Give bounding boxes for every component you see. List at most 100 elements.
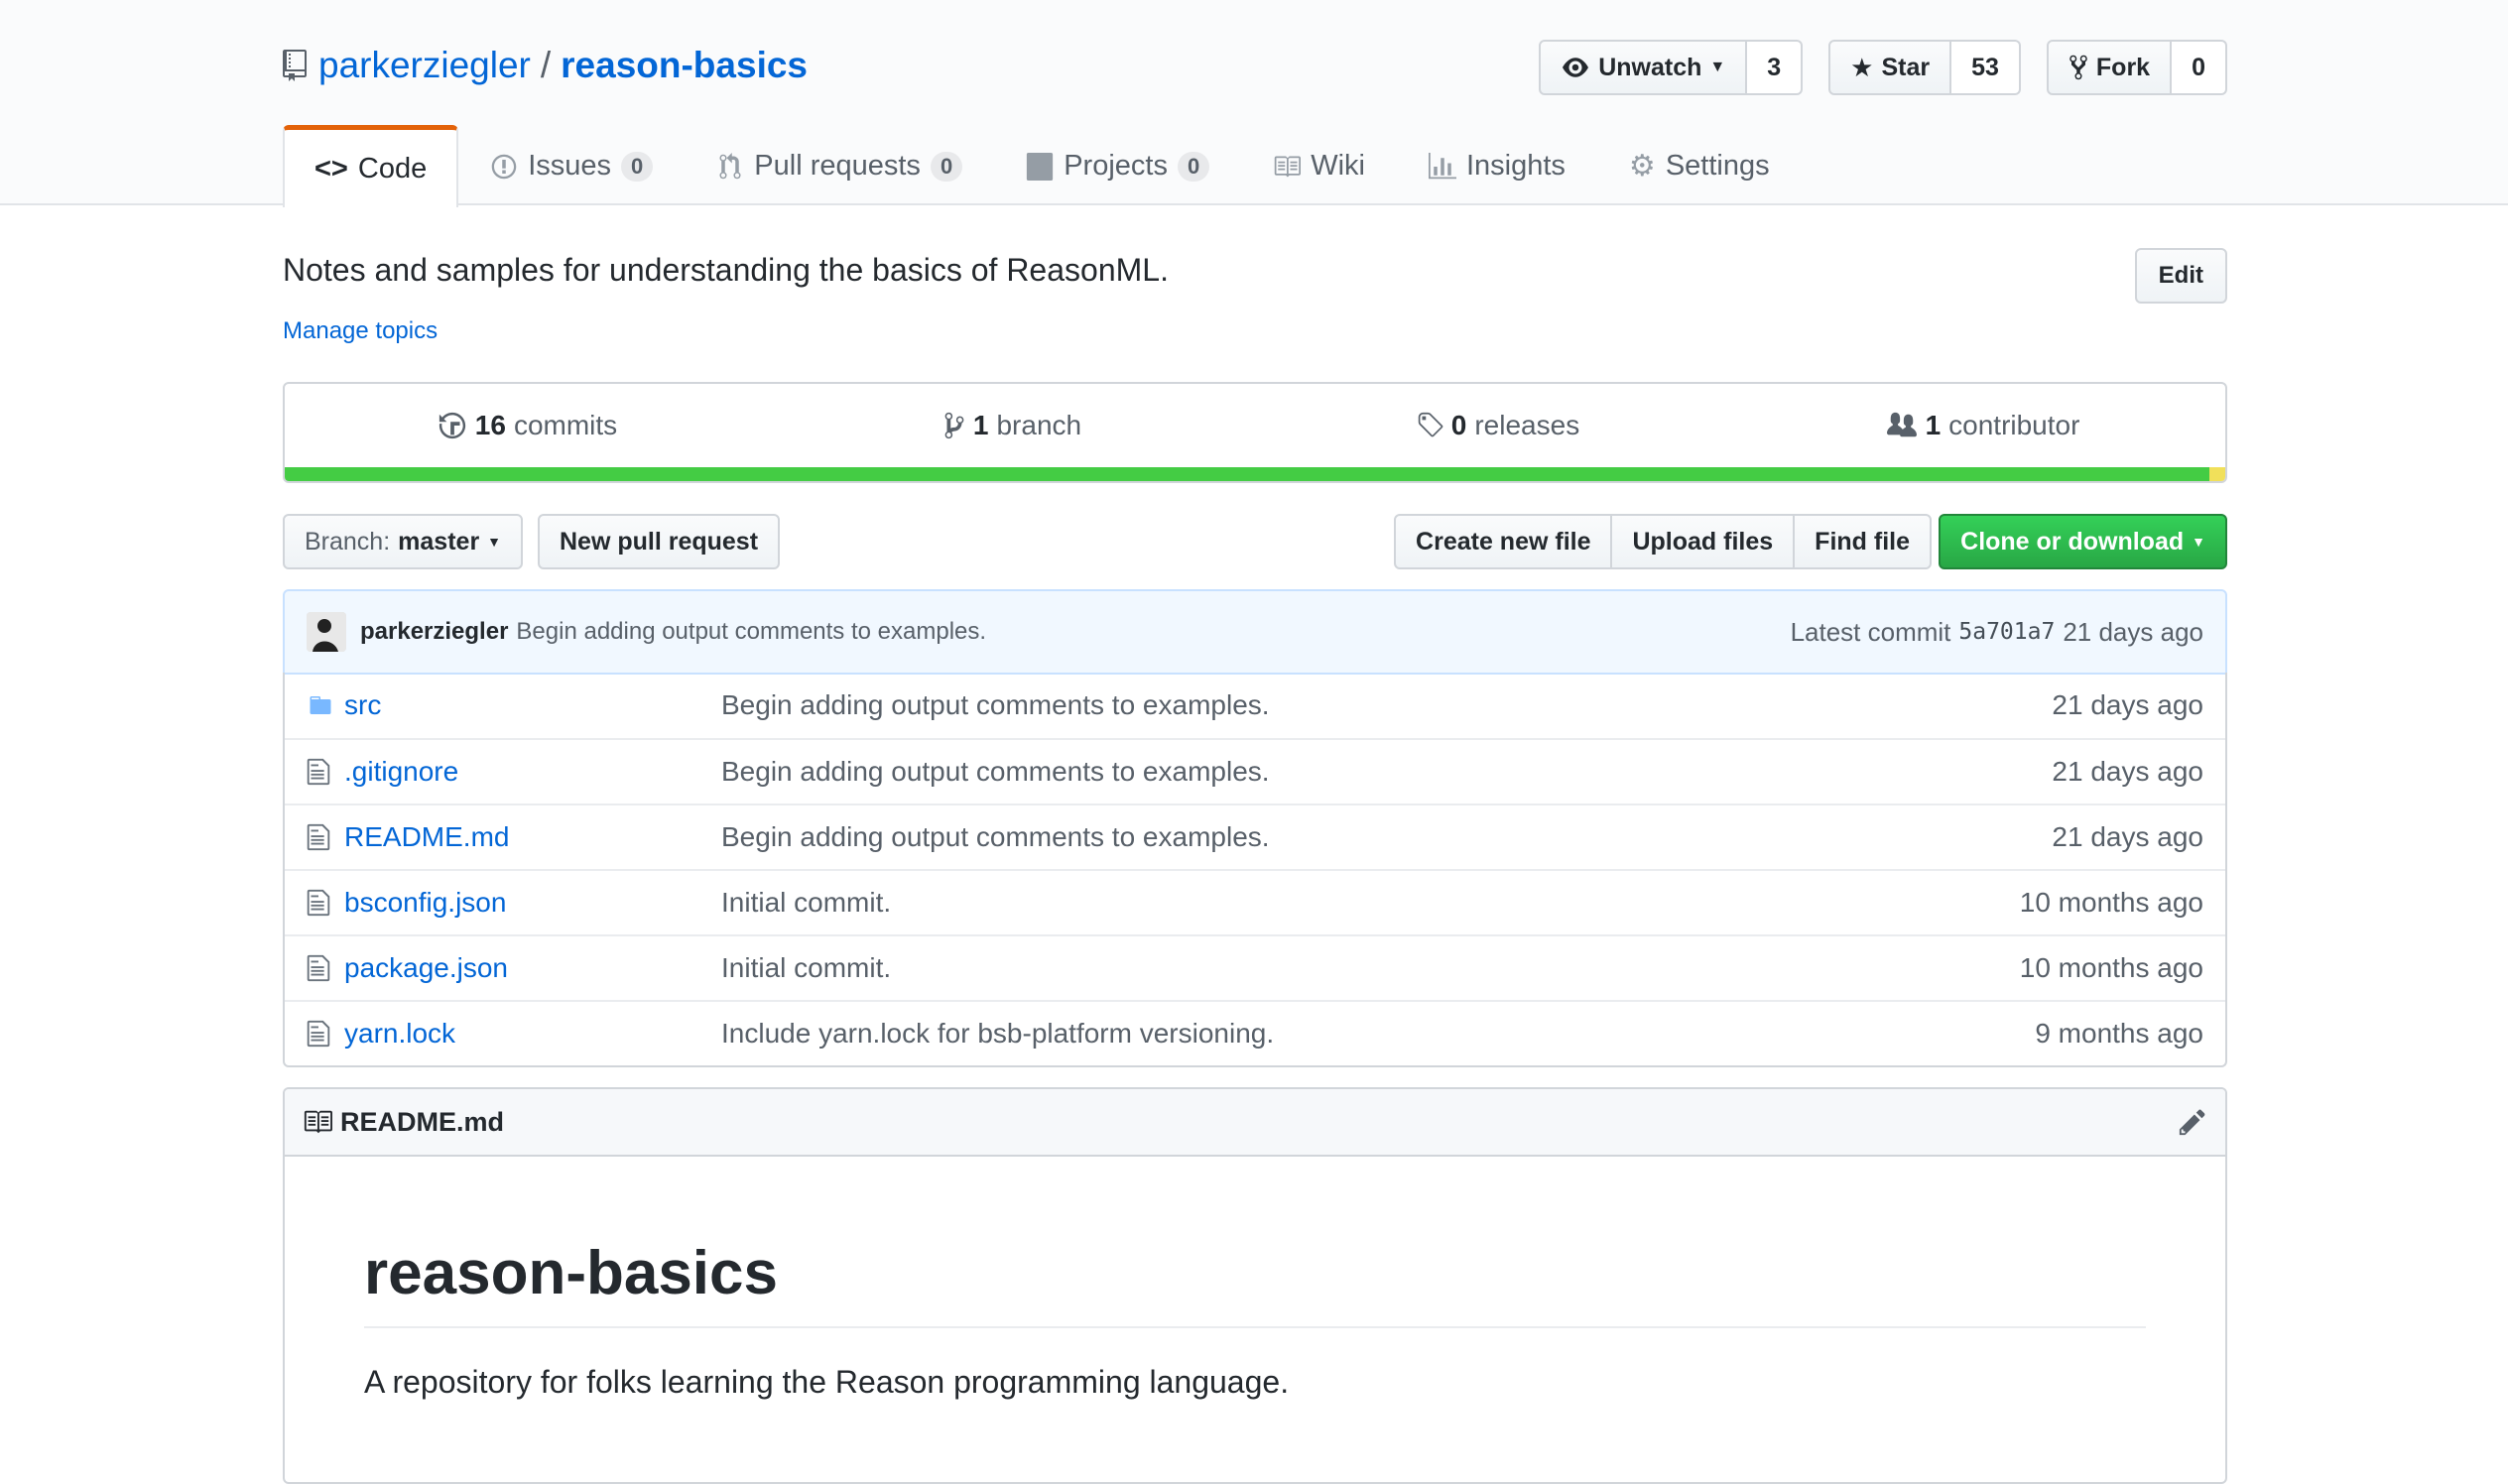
branches-count: 1 (972, 410, 989, 440)
manage-topics-link[interactable]: Manage topics (283, 317, 2227, 345)
file-name-link[interactable]: README.md (344, 821, 721, 853)
project-icon (1027, 152, 1054, 181)
latest-commit-bar: parkerziegler Begin adding output commen… (283, 589, 2227, 675)
star-icon: ★ (1850, 52, 1874, 82)
commit-author-link[interactable]: parkerziegler (360, 618, 508, 646)
pencil-icon[interactable] (2178, 1107, 2207, 1137)
file-icon (307, 1019, 336, 1049)
file-commit-message-link[interactable]: Begin adding output comments to examples… (721, 689, 2052, 721)
language-bar[interactable] (285, 467, 2225, 481)
stargazers-count[interactable]: 53 (1951, 40, 2021, 95)
fork-button[interactable]: Fork (2046, 40, 2173, 95)
repo-header: parkerziegler / reason-basics Unwatch ▼ … (0, 0, 2508, 207)
projects-count: 0 (1177, 151, 1210, 182)
new-pull-request-button[interactable]: New pull request (538, 514, 781, 569)
clone-label: Clone or download (1960, 527, 2185, 556)
file-name-link[interactable]: package.json (344, 952, 721, 984)
tab-pull-requests[interactable]: Pull requests 0 (685, 125, 994, 205)
repo-owner-link[interactable]: parkerziegler (318, 45, 531, 86)
file-icon (307, 888, 336, 918)
tag-icon (1418, 412, 1443, 437)
caret-down-icon: ▼ (2192, 534, 2205, 550)
tab-wiki[interactable]: Wiki (1241, 125, 1397, 205)
caret-down-icon: ▼ (487, 534, 502, 550)
readme-intro: A repository for folks learning the Reas… (364, 1364, 1290, 1400)
tab-label: Projects (1064, 150, 1168, 182)
file-name-link[interactable]: yarn.lock (344, 1018, 721, 1050)
file-commit-message-link[interactable]: Include yarn.lock for bsb-platform versi… (721, 1018, 2035, 1050)
file-commit-message-link[interactable]: Initial commit. (721, 952, 2020, 984)
table-row: README.md Begin adding output comments t… (285, 804, 2225, 869)
branches-label: branch (996, 410, 1082, 440)
file-name-link[interactable]: src (344, 689, 721, 721)
commit-age: 21 days ago (2063, 616, 2203, 647)
branch-select-button[interactable]: Branch: master ▼ (283, 514, 524, 569)
tab-label: Settings (1665, 150, 1770, 182)
graph-icon (1428, 152, 1456, 179)
caret-down-icon: ▼ (1709, 59, 1726, 75)
star-button[interactable]: ★ Star (1828, 40, 1952, 95)
commit-message-link[interactable]: Begin adding output comments to examples… (516, 618, 986, 646)
commits-label: commits (513, 410, 618, 440)
tab-projects[interactable]: Projects 0 (994, 125, 1241, 205)
file-icon (307, 822, 336, 852)
numbers-summary: 16 commits 1 branch 0 releases 1 contrib… (283, 382, 2227, 483)
contributors-count: 1 (1925, 410, 1942, 440)
fork-icon (2069, 55, 2087, 80)
file-icon (307, 757, 336, 787)
file-actions-group: Create new file Upload files Find file (1394, 514, 1932, 569)
fork-group: Fork 0 (2046, 40, 2227, 95)
contributors-link[interactable]: 1 contributor (1740, 410, 2225, 441)
commit-meta: Latest commit 5a701a7 21 days ago (1791, 617, 2203, 648)
repo-name-link[interactable]: reason-basics (561, 45, 808, 86)
upload-files-button[interactable]: Upload files (1610, 514, 1796, 569)
commits-count: 16 (474, 410, 506, 440)
commits-link[interactable]: 16 commits (285, 410, 770, 441)
unwatch-button[interactable]: Unwatch ▼ (1539, 40, 1748, 95)
language-segment-primary (285, 467, 2210, 481)
tab-code[interactable]: <> Code (283, 125, 459, 207)
tab-insights[interactable]: Insights (1397, 125, 1597, 205)
edit-description-button[interactable]: Edit (2134, 248, 2227, 304)
create-new-file-button[interactable]: Create new file (1394, 514, 1613, 569)
contributors-label: contributor (1948, 410, 2080, 440)
book-icon (1274, 156, 1302, 177)
file-commit-message-link[interactable]: Begin adding output comments to examples… (721, 756, 2052, 788)
repo-tabs: <> Code Issues 0 Pull requests 0 Project… (283, 125, 2227, 207)
language-segment-secondary (2209, 467, 2225, 481)
avatar[interactable] (307, 612, 346, 652)
file-age: 9 months ago (2035, 1018, 2203, 1049)
repo-icon (283, 50, 307, 81)
find-file-button[interactable]: Find file (1793, 514, 1932, 569)
unwatch-label: Unwatch (1598, 53, 1702, 81)
gear-icon: ⚙ (1628, 150, 1656, 183)
file-commit-message-link[interactable]: Initial commit. (721, 887, 2020, 919)
forks-count[interactable]: 0 (2172, 40, 2227, 95)
branch-name: master (398, 527, 480, 556)
file-age: 10 months ago (2019, 952, 2203, 983)
watch-group: Unwatch ▼ 3 (1539, 40, 1804, 95)
table-row: yarn.lock Include yarn.lock for bsb-plat… (285, 1000, 2225, 1065)
git-branch-icon (944, 412, 964, 439)
clone-or-download-button[interactable]: Clone or download ▼ (1939, 514, 2227, 569)
commit-sha-link[interactable]: 5a701a7 (1958, 619, 2055, 645)
file-age: 21 days ago (2052, 821, 2203, 852)
releases-link[interactable]: 0 releases (1255, 410, 1740, 441)
table-row: .gitignore Begin adding output comments … (285, 738, 2225, 804)
tab-label: Wiki (1311, 150, 1365, 182)
file-name-link[interactable]: .gitignore (344, 756, 721, 788)
git-pull-request-icon (719, 152, 741, 179)
repo-actions: Unwatch ▼ 3 ★ Star 53 Fork 0 (1539, 40, 2227, 95)
file-navigation: Branch: master ▼ New pull request Create… (283, 514, 2227, 569)
file-name-link[interactable]: bsconfig.json (344, 887, 721, 919)
file-commit-message-link[interactable]: Begin adding output comments to examples… (721, 821, 2052, 853)
star-label: Star (1881, 53, 1931, 81)
readme-title: reason-basics (364, 1238, 2146, 1328)
people-icon (1886, 412, 1917, 437)
issues-count: 0 (621, 151, 654, 182)
repo-title-row: parkerziegler / reason-basics Unwatch ▼ … (283, 40, 2227, 95)
tab-issues[interactable]: Issues 0 (458, 125, 685, 205)
tab-settings[interactable]: ⚙ Settings (1597, 125, 1802, 205)
branches-link[interactable]: 1 branch (770, 410, 1255, 441)
watchers-count[interactable]: 3 (1747, 40, 1804, 95)
